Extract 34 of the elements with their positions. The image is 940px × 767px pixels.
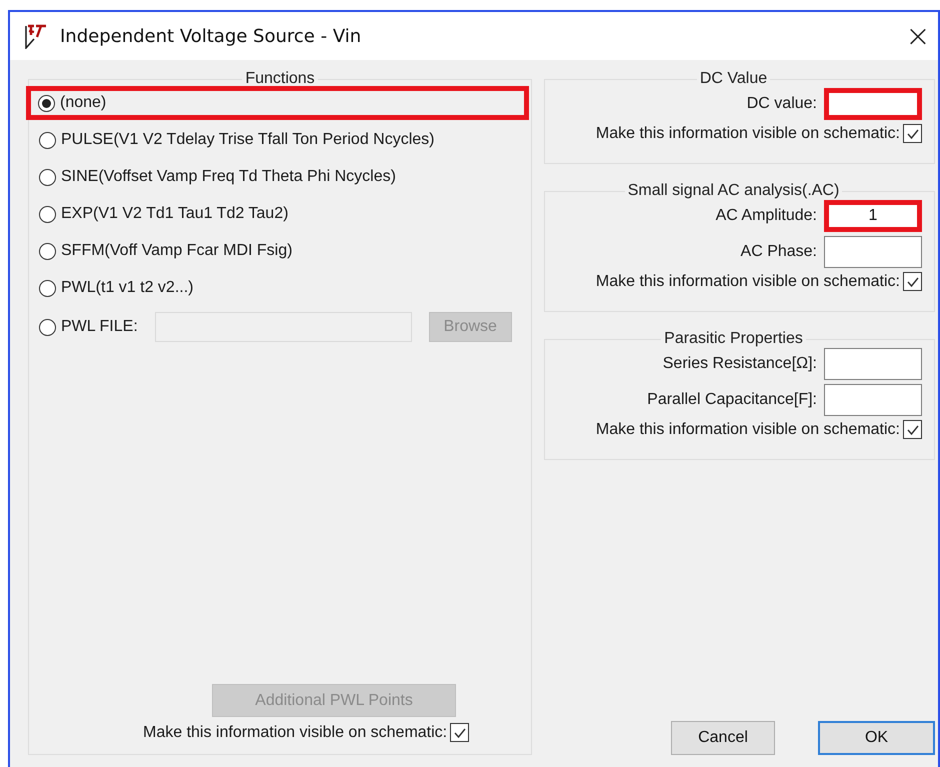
group-title: DC Value (698, 70, 768, 88)
group-title: Parasitic Properties (663, 330, 804, 348)
text-field[interactable] (824, 384, 922, 416)
field-label: AC Phase: (740, 243, 817, 261)
cancel-button[interactable]: Cancel (671, 721, 775, 755)
checkbox-label: Make this information visible on schematic: (143, 724, 448, 742)
group-title: Small signal AC analysis(.AC) (626, 182, 840, 200)
window-title: Independent Voltage Source - Vin (60, 26, 362, 46)
text-field[interactable] (824, 236, 922, 268)
radio-option[interactable]: PWL(t1 v1 t2 v2...) (29, 273, 531, 303)
radio-option[interactable]: SFFM(Voff Vamp Fcar MDI Fsig) (29, 236, 531, 266)
field-label: DC value: (746, 95, 817, 113)
checkbox[interactable] (903, 420, 922, 439)
radio-option[interactable]: EXP(V1 V2 Td1 Tau1 Td2 Tau2) (29, 199, 531, 229)
close-button[interactable]: × (898, 16, 938, 56)
radio-option[interactable]: SINE(Voffset Vamp Freq Td Theta Phi Ncycles) (29, 162, 531, 192)
text-field[interactable] (824, 348, 922, 380)
radio-option[interactable]: PWL FILE: (39, 318, 138, 336)
field-label: Series Resistance[Ω]: (662, 355, 817, 373)
checkbox-label: Make this information visible on schematic: (596, 272, 900, 290)
text-field[interactable]: 1 (824, 200, 922, 232)
checkbox-label: Make this information visible on schematic: (596, 124, 900, 142)
group-title: Functions (244, 70, 316, 88)
checkbox[interactable] (903, 124, 922, 143)
field-label: AC Amplitude: (716, 207, 817, 225)
field-label: Parallel Capacitance[F]: (647, 391, 817, 409)
radio-option[interactable]: (none) (28, 88, 527, 118)
checkbox-label: Make this information visible on schematic: (596, 420, 900, 438)
checkbox[interactable] (450, 723, 470, 742)
radio-option[interactable]: PULSE(V1 V2 Tdelay Trise Tfall Ton Period Ncycles) (29, 125, 531, 155)
checkbox[interactable] (903, 272, 922, 291)
ok-button[interactable]: OK (818, 721, 935, 755)
text-field[interactable] (824, 88, 922, 120)
app-logo-icon (24, 23, 48, 49)
